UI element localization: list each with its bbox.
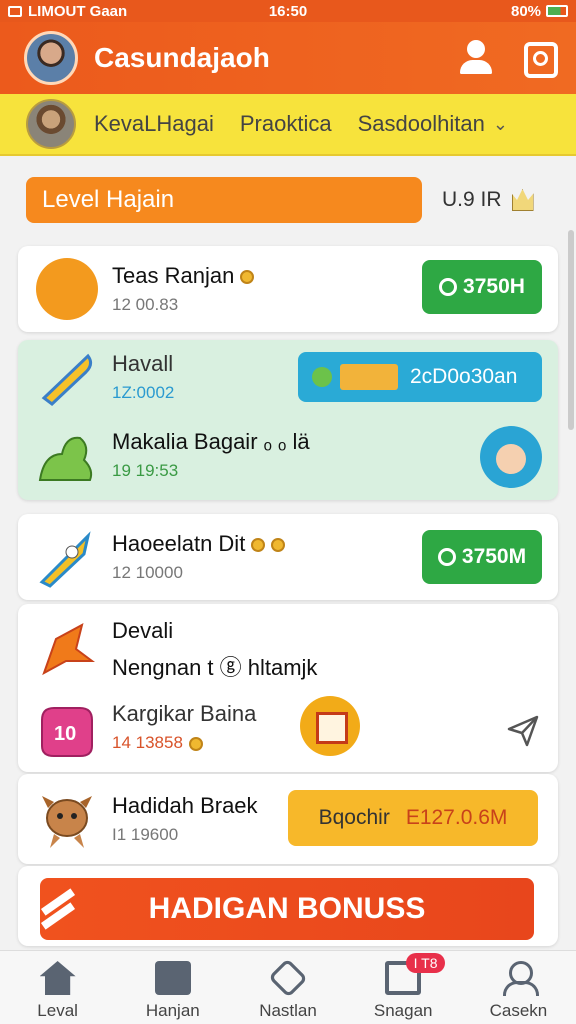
item-title-line-2: Nengnan t ⓖ hltamjk — [112, 655, 318, 680]
status-bar: LIMOUT Gaan 16:50 80% — [0, 0, 576, 22]
clock: 16:50 — [268, 2, 308, 20]
claim-button-value: E127.0.6M — [405, 806, 508, 829]
tab-nastlan[interactable]: Nastlan — [230, 951, 345, 1024]
claim-button[interactable]: Bqochir E127.0.6M — [288, 790, 538, 846]
gem-icon — [439, 278, 458, 296]
battery-percent: 80% — [510, 2, 542, 20]
reward-value: 3750H — [463, 275, 525, 298]
app-title: Casundajaoh — [94, 42, 270, 73]
svg-text:10: 10 — [54, 723, 76, 745]
app-header: Casundajaoh — [0, 22, 576, 94]
tab-casekn[interactable]: Casekn — [461, 951, 576, 1024]
crown-icon — [511, 189, 534, 211]
tab-label: Nastlan — [259, 1001, 317, 1020]
subnav-tab-2[interactable]: Praoktica — [240, 111, 332, 137]
reward-value: 3750M — [461, 545, 527, 568]
subnav-tab-dropdown[interactable]: Sasdoolhitan ⌄ — [358, 111, 508, 137]
notification-badge: I T8 — [405, 953, 446, 973]
tab-label: Casekn — [489, 1001, 548, 1020]
bottom-tab-bar: Leval Hanjan Nastlan Snagan I T8 Casekn — [0, 950, 576, 1024]
shield-icon — [268, 958, 308, 998]
highlighted-card[interactable]: Havall 1Z:0002 2cD0o30an Makalia Bagair … — [18, 340, 558, 500]
dog-icon — [36, 788, 98, 850]
highlight-action-button[interactable]: 2cD0o30an — [298, 352, 542, 402]
item-title-line-1: Devali — [112, 618, 174, 643]
list-item[interactable]: Hadidah Braek I1 19600 Bqochir E127.0.6M — [18, 774, 558, 864]
bonus-stripes-icon — [40, 892, 80, 928]
sub-avatar[interactable] — [26, 99, 76, 149]
bonus-button[interactable]: HADIGAN BONUSS — [40, 878, 534, 940]
tab-level[interactable]: Leval — [0, 951, 115, 1024]
home-icon — [39, 961, 76, 995]
claim-button-label: Bqochir — [318, 806, 390, 829]
rocket-icon — [36, 526, 98, 588]
item-title: Haoeelatn Dit — [112, 531, 246, 556]
item-title: Teas Ranjan — [112, 263, 235, 288]
list-item[interactable]: Devali Nengnan t ⓖ hltamjk 10 Kargikar B… — [18, 604, 558, 772]
coin-icon — [251, 538, 266, 553]
reward-button[interactable]: 3750M — [422, 530, 542, 584]
list-item[interactable]: Teas Ranjan 12 00.83 3750H — [18, 246, 558, 332]
person-icon — [500, 961, 540, 996]
scan-icon[interactable] — [518, 38, 558, 78]
profile-avatar[interactable] — [24, 31, 78, 85]
list-item[interactable]: Haoeelatn Dit 12 10000 3750M — [18, 514, 558, 600]
gift-box-icon: 10 — [36, 696, 98, 758]
highlight-button-label: 2cD0o30an — [410, 365, 518, 388]
carrier-text: LIMOUT Gaan — [28, 2, 128, 20]
user-icon[interactable] — [456, 38, 496, 78]
coin-icon — [271, 538, 286, 553]
tab-label: Leval — [37, 1001, 78, 1020]
sub-navigation: KevaLHagai Praoktica Sasdoolhitan ⌄ — [0, 94, 576, 156]
tab-snagan[interactable]: Snagan I T8 — [346, 951, 461, 1024]
item-time: 14 13858 — [112, 733, 183, 752]
coin-icon — [188, 736, 203, 751]
subnav-tab-1[interactable]: KevaLHagai — [94, 111, 214, 137]
gift-icon[interactable] — [300, 696, 360, 756]
tab-label: Hanjan — [145, 1001, 200, 1020]
bag-icon — [154, 961, 191, 995]
notification-icon — [8, 5, 22, 17]
ticket-icon — [340, 364, 398, 390]
subnav-tab-3-label: Sasdoolhitan — [357, 111, 485, 136]
tab-label: Snagan — [373, 1001, 433, 1020]
coin-icon — [240, 270, 255, 285]
level-row: Level Hajain U.9 IR — [26, 176, 556, 224]
gem-icon — [437, 548, 456, 566]
level-meta: U.9 IR — [442, 188, 534, 212]
reward-button[interactable]: 3750H — [422, 260, 542, 314]
character-avatar[interactable] — [480, 426, 542, 488]
chevron-down-icon: ⌄ — [492, 113, 508, 134]
dinosaur-icon — [36, 424, 98, 486]
tab-hanjan[interactable]: Hanjan — [115, 951, 230, 1024]
level-meta-text: U.9 IR — [442, 188, 502, 211]
star-icon — [36, 619, 98, 681]
surfboard-icon — [36, 346, 98, 408]
level-button[interactable]: Level Hajain — [26, 177, 422, 223]
frog-icon — [312, 367, 332, 387]
battery-icon — [546, 5, 569, 17]
send-icon[interactable] — [506, 714, 540, 748]
cowboy-character-icon — [36, 258, 98, 320]
scrollbar[interactable] — [568, 230, 574, 430]
